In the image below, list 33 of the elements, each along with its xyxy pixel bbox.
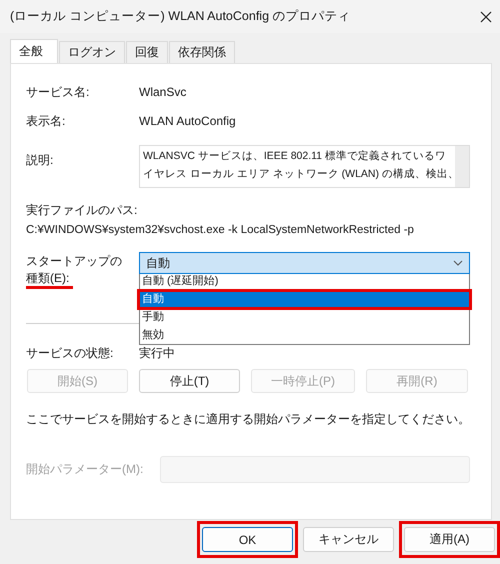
- field-label: サービスの状態:: [26, 344, 114, 362]
- dropdown-option[interactable]: 手動: [140, 310, 469, 325]
- window-title: (ローカル コンピューター) WLAN AutoConfig のプロパティ: [10, 8, 352, 25]
- field-label: 開始パラメーター(M):: [26, 461, 144, 478]
- tab[interactable]: ログオン: [59, 41, 125, 63]
- close-icon[interactable]: [480, 10, 492, 22]
- tab[interactable]: 依存関係: [169, 41, 235, 63]
- scrollbar[interactable]: [455, 146, 469, 187]
- description-line: イヤレス ローカル エリア ネットワーク (WLAN) の構成、検出、: [143, 167, 452, 182]
- dialog-button[interactable]: 適用(A): [404, 527, 495, 552]
- field-label: 表示名:: [26, 112, 66, 130]
- path-value: C:¥WINDOWS¥system32¥svchost.exe -k LocalSystemNetworkRestricted -p: [26, 223, 415, 238]
- field-label: サービス名:: [26, 84, 90, 100]
- field-value: 実行中: [139, 344, 176, 362]
- description-box[interactable]: WLANSVC サービスは、IEEE 802.11 標準で定義されているワ イヤレス ローカル エリア ネットワーク (WLAN) の構成、検出、: [139, 145, 470, 188]
- chevron-down-icon: [453, 260, 463, 266]
- field-value: WLAN AutoConfig: [139, 114, 237, 128]
- tab[interactable]: 回復: [126, 41, 168, 63]
- dialog-button[interactable]: キャンセル: [303, 527, 394, 552]
- field-label: 説明:: [26, 152, 54, 169]
- dropdown-option[interactable]: 自動: [140, 292, 469, 307]
- field-label: 実行ファイルのパス:: [26, 202, 138, 219]
- startup-type-dropdown[interactable]: 自動: [139, 252, 470, 274]
- dialog-button[interactable]: OK: [202, 527, 293, 552]
- field-label: 種類(E):: [26, 270, 74, 289]
- dropdown-option[interactable]: 自動 (遅延開始): [140, 274, 469, 289]
- description-line: WLANSVC サービスは、IEEE 802.11 標準で定義されているワ: [143, 149, 447, 164]
- field-label: スタートアップの: [26, 253, 122, 270]
- dropdown-option[interactable]: 無効: [140, 328, 469, 343]
- tab[interactable]: 全般: [10, 39, 58, 63]
- service-button[interactable]: 停止(T): [139, 369, 240, 393]
- hint-text: ここでサービスを開始するときに適用する開始パラメーターを指定してください。: [26, 411, 470, 428]
- field-value: WlanSvc: [139, 85, 188, 99]
